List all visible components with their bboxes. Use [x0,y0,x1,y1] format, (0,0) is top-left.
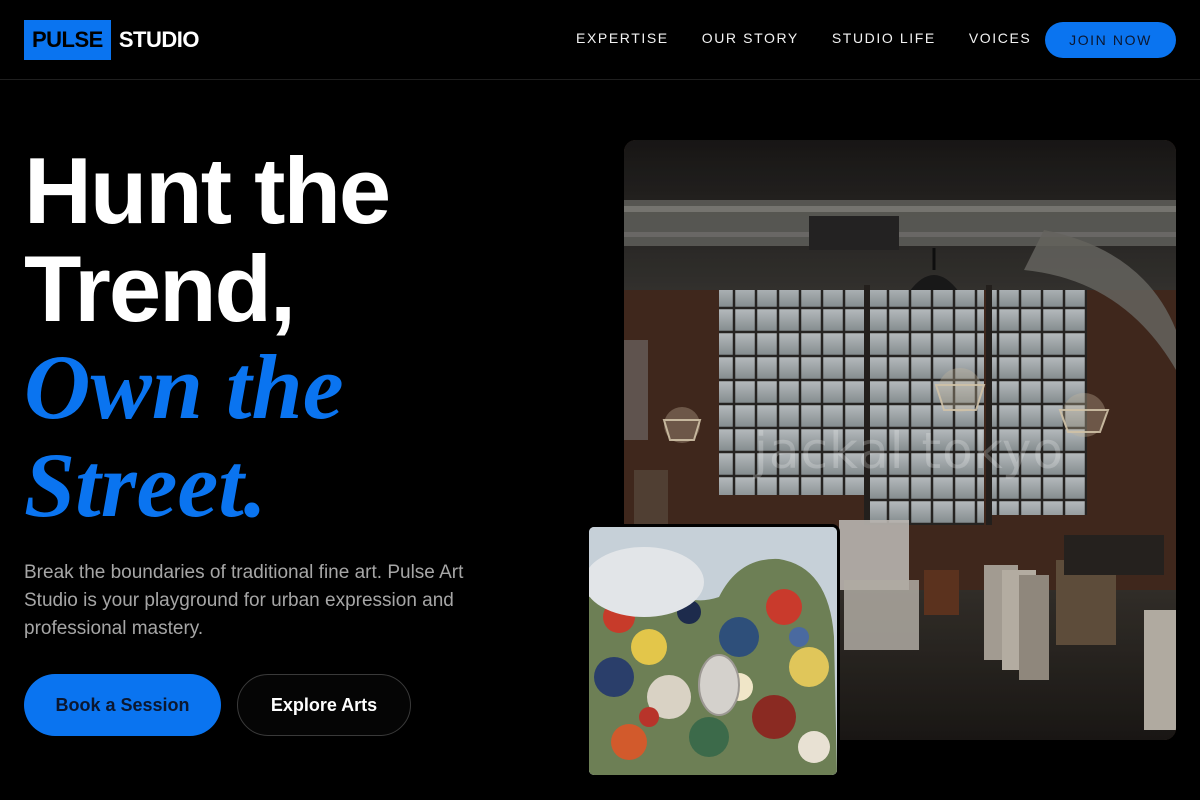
paint-palette-illustration [589,527,837,775]
nav-link-expertise[interactable]: EXPERTISE [576,30,669,46]
nav-link-studio-life[interactable]: STUDIO LIFE [832,30,936,46]
explore-arts-button[interactable]: Explore Arts [237,674,411,736]
nav-links: EXPERTISE OUR STORY STUDIO LIFE VOICES [576,30,1031,46]
nav-link-voices[interactable]: VOICES [969,30,1032,46]
join-now-button[interactable]: JOIN NOW [1045,22,1176,58]
headline-line-4: Street. [24,434,267,536]
headline-line-1: Hunt the [24,138,391,243]
top-nav: PULSE STUDIO EXPERTISE OUR STORY STUDIO … [0,0,1200,80]
nav-link-our-story[interactable]: OUR STORY [702,30,799,46]
paint-palette-image [586,524,840,778]
studio-watermark: jackal tokyo [754,422,1065,480]
logo[interactable]: PULSE STUDIO [24,20,199,60]
hero-description: Break the boundaries of traditional fine… [24,562,464,639]
headline-line-3: Own the [24,336,344,438]
book-session-button[interactable]: Book a Session [24,674,221,736]
hero-headline: Hunt the Trend, Own the Street. [24,138,391,536]
logo-mark: PULSE [24,20,111,60]
logo-text: STUDIO [118,27,200,52]
headline-line-2: Trend, [24,236,296,341]
